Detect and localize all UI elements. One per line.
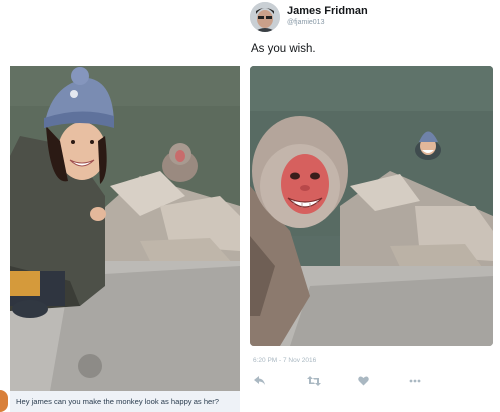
retweet-icon[interactable] bbox=[307, 374, 321, 388]
profile-avatar[interactable] bbox=[250, 2, 280, 32]
like-icon[interactable] bbox=[356, 374, 370, 388]
user-handle[interactable]: @fjamie013 bbox=[287, 19, 324, 26]
more-icon[interactable] bbox=[408, 374, 422, 388]
commenter-avatar bbox=[0, 390, 8, 412]
tweet-text: As you wish. bbox=[251, 43, 316, 55]
edited-photo[interactable] bbox=[250, 66, 493, 346]
reply-icon[interactable] bbox=[253, 374, 267, 388]
original-photo bbox=[10, 66, 240, 391]
display-name[interactable]: James Fridman bbox=[287, 5, 368, 17]
tweet-timestamp[interactable]: 6:20 PM - 7 Nov 2016 bbox=[253, 357, 316, 364]
request-caption: Hey james can you make the monkey look a… bbox=[16, 397, 220, 406]
